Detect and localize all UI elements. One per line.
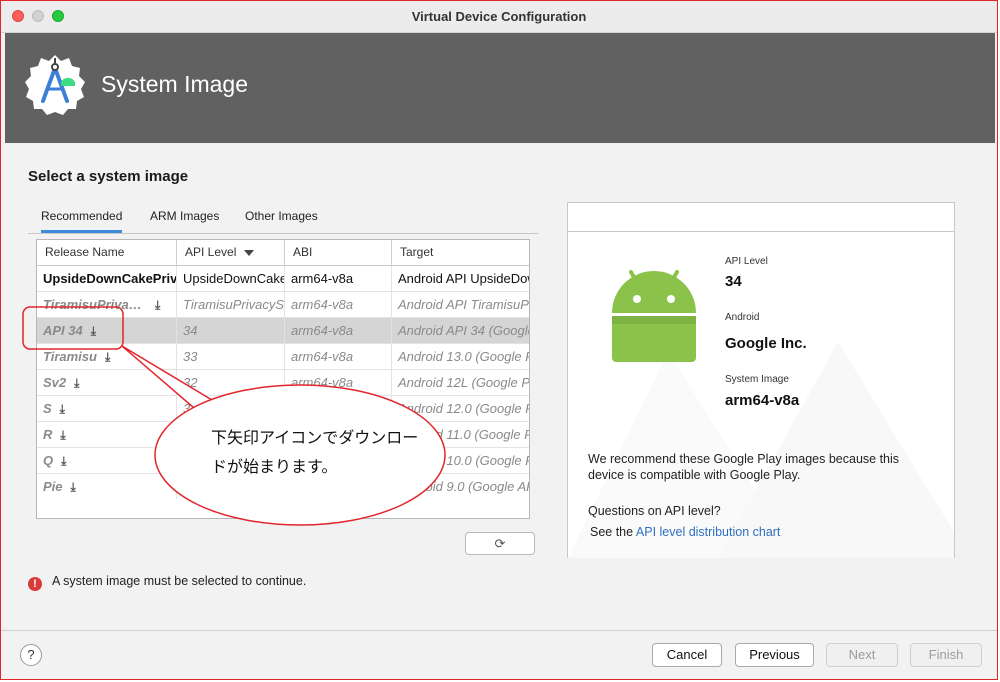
tab-other-images[interactable]: Other Images xyxy=(245,209,318,223)
target-cell: Android API 34 (Google Play) xyxy=(398,323,529,338)
release-name-cell: Pie ⤓ xyxy=(37,474,177,499)
release-name-cell: Q ⤓ xyxy=(37,448,177,473)
abi-cell: arm64-v8a xyxy=(285,292,392,317)
download-icon[interactable]: ⤓ xyxy=(61,449,66,473)
system-image-value: arm64-v8a xyxy=(725,392,800,409)
column-header-abi[interactable]: ABI xyxy=(285,240,392,265)
release-name-cell: R ⤓ xyxy=(37,422,177,447)
release-name-cell: TiramisuPrivacySandbox ⤓ xyxy=(37,292,177,317)
abi-cell: arm64-v8a xyxy=(285,318,392,343)
column-header-target[interactable]: Target xyxy=(392,240,529,265)
footer-bar: ? Cancel Previous Next Finish xyxy=(1,630,997,679)
api-level-label: API Level xyxy=(725,256,768,267)
target-cell: Android API TiramisuPrivacySandbox xyxy=(398,297,530,312)
release-name-text: S xyxy=(43,401,52,416)
image-details-panel: API Level 34 Android Google Inc. System … xyxy=(567,202,955,558)
abi-cell: arm64-v8a xyxy=(285,396,392,421)
api-level-cell: 33 xyxy=(177,344,285,369)
banner-title: System Image xyxy=(101,71,248,97)
abi-cell: arm64-v8a xyxy=(285,370,392,395)
download-icon[interactable]: ⤓ xyxy=(155,293,160,317)
sort-descending-icon xyxy=(244,249,255,256)
release-name-cell: Sv2 ⤓ xyxy=(37,370,177,395)
help-button[interactable]: ? xyxy=(20,644,42,666)
android-studio-logo-icon xyxy=(25,55,85,115)
api-level-cell: TiramisuPrivacySandbox xyxy=(177,292,285,317)
target-cell: Android 12.0 (Google Play) xyxy=(398,401,529,416)
release-name-cell: S ⤓ xyxy=(37,396,177,421)
android-robot-icon xyxy=(612,270,696,362)
download-icon[interactable]: ⤓ xyxy=(71,475,76,499)
download-icon[interactable]: ⤓ xyxy=(105,345,110,369)
api-distribution-chart-link[interactable]: API level distribution chart xyxy=(636,525,781,539)
download-icon[interactable]: ⤓ xyxy=(60,423,65,447)
cancel-button[interactable]: Cancel xyxy=(652,643,722,667)
android-label: Android xyxy=(725,312,760,323)
table-row-selected[interactable]: API 34 ⤓ 34 arm64-v8a Android API 34 (Goo… xyxy=(37,318,529,344)
release-name-text: Pie xyxy=(43,479,63,494)
target-cell: Android 12L (Google Play) xyxy=(398,375,530,390)
release-name-text: TiramisuPrivacySandbox xyxy=(43,297,147,312)
release-name-text: Tiramisu xyxy=(43,349,97,364)
table-row[interactable]: Sv2 ⤓ 32 arm64-v8a Android 12L (Google Pl… xyxy=(37,370,529,396)
api-level-cell: 32 xyxy=(177,370,285,395)
download-icon[interactable]: ⤓ xyxy=(91,319,96,343)
header-banner: System Image xyxy=(5,33,995,143)
target-cell: Android 13.0 (Google Play) xyxy=(398,349,529,364)
table-row[interactable]: Tiramisu ⤓ 33 arm64-v8a Android 13.0 (Goo… xyxy=(37,344,529,370)
error-icon: ! xyxy=(28,577,42,591)
window-title: Virtual Device Configuration xyxy=(411,9,587,24)
next-button[interactable]: Next xyxy=(826,643,898,667)
api-level-cell: 34 xyxy=(177,318,285,343)
android-vendor-value: Google Inc. xyxy=(725,335,807,352)
column-header-release-name[interactable]: Release Name xyxy=(37,240,177,265)
api-level-value: 34 xyxy=(725,273,742,290)
recommendation-text: We recommend these Google Play images be… xyxy=(588,452,900,482)
system-image-label: System Image xyxy=(725,374,789,385)
panel-header xyxy=(568,203,954,232)
api-level-cell: UpsideDownCakePrivacySandbox xyxy=(177,266,285,291)
api-level-cell: 31 xyxy=(177,396,285,421)
release-name-cell: API 34 ⤓ xyxy=(37,318,177,343)
see-the-line: See the API level distribution chart xyxy=(590,524,780,540)
abi-cell: arm64-v8a xyxy=(285,266,392,291)
error-text: A system image must be selected to conti… xyxy=(52,574,307,588)
column-header-api-level-label: API Level xyxy=(185,245,237,259)
table-row[interactable]: TiramisuPrivacySandbox ⤓ TiramisuPrivacyS… xyxy=(37,292,529,318)
release-name-text: Q xyxy=(43,453,54,468)
refresh-icon: ⟳ xyxy=(494,536,506,551)
release-name-cell: Tiramisu ⤓ xyxy=(37,344,177,369)
finish-button[interactable]: Finish xyxy=(910,643,982,667)
api-question-text: Questions on API level? xyxy=(588,504,721,518)
refresh-button[interactable]: ⟳ xyxy=(465,532,535,555)
tab-arm-images[interactable]: ARM Images xyxy=(150,209,219,223)
download-icon[interactable]: ⤓ xyxy=(60,397,65,421)
image-tabs: Recommended ARM Images Other Images xyxy=(28,206,538,234)
previous-button[interactable]: Previous xyxy=(735,643,814,667)
release-name-cell: UpsideDownCakePrivacySandbox xyxy=(37,266,177,291)
release-name-text: R xyxy=(43,427,53,442)
table-row[interactable]: UpsideDownCakePrivacySandbox UpsideDownC… xyxy=(37,266,529,292)
title-bar: Virtual Device Configuration xyxy=(1,1,997,33)
table-row[interactable]: S⤓ 31 arm64-v8a Android 12.0 (Google Pla… xyxy=(37,396,529,422)
release-name-text: API 34 xyxy=(43,323,83,338)
column-header-api-level[interactable]: API Level xyxy=(177,240,285,265)
table-header: Release Name API Level ABI Target xyxy=(37,240,529,266)
release-name-text: Sv2 xyxy=(43,375,67,390)
download-icon[interactable]: ⤓ xyxy=(74,371,79,395)
section-title: Select a system image xyxy=(28,168,189,185)
abi-cell: arm64-v8a xyxy=(285,344,392,369)
window: Virtual Device Configuration System Imag… xyxy=(0,0,998,680)
error-message: ! A system image must be selected to cont… xyxy=(28,574,306,591)
see-the-text: See the xyxy=(590,525,634,539)
annotation-text: 下矢印アイコンでダウンロードが始まります。 xyxy=(211,430,419,476)
tab-recommended[interactable]: Recommended xyxy=(41,209,123,233)
target-cell: Android API UpsideDownCakePrivacySandbox xyxy=(398,271,529,286)
